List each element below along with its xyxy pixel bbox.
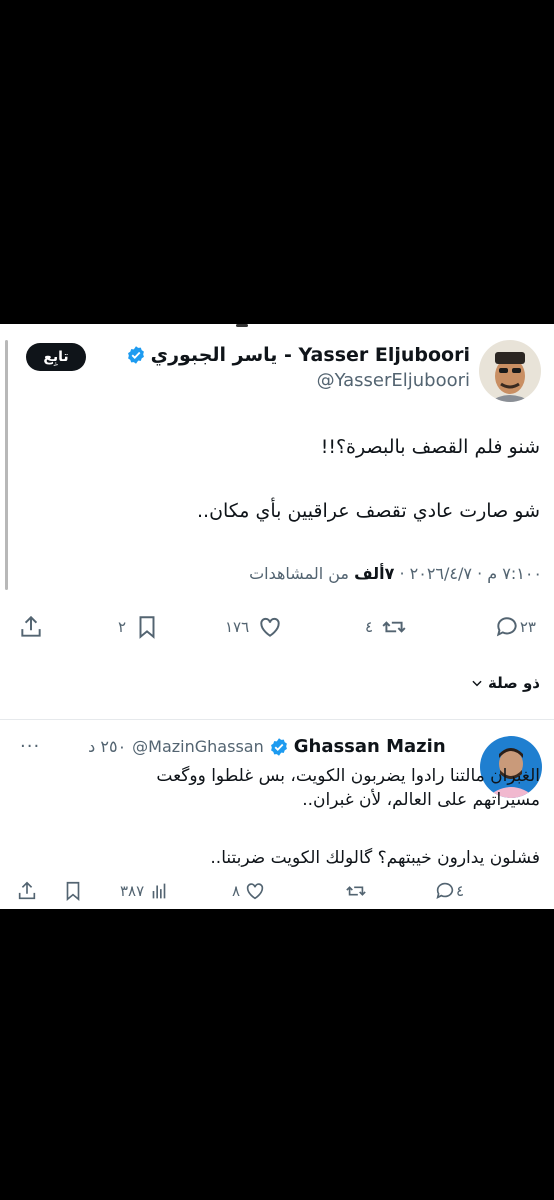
- tweet-meta: ٧:١٠٠ م · ٢٠٢٦/٤/٧ · ٧ألف من المشاهدات: [249, 564, 542, 583]
- reply-reply-button[interactable]: ٤: [434, 880, 468, 902]
- drag-notch: [236, 324, 248, 327]
- divider: [0, 719, 554, 720]
- reply-handle[interactable]: @MazinGhassan: [132, 737, 264, 756]
- verified-badge-icon: [127, 346, 144, 364]
- reply-time[interactable]: ٢٥٠ د: [88, 737, 126, 756]
- like-button[interactable]: ١٧٦: [225, 614, 283, 640]
- reply-text-line2: مسيراتهم على العالم، لأن غبران..: [302, 790, 540, 810]
- reply-views-button[interactable]: ٣٨٧: [120, 880, 170, 902]
- reply-bookmark-button[interactable]: [62, 880, 84, 902]
- reply-author-name[interactable]: Ghassan Mazin: [294, 736, 446, 757]
- retweet-icon: [346, 886, 366, 896]
- reply-share-button[interactable]: [16, 880, 38, 902]
- retweet-icon: [382, 621, 406, 633]
- share-icon: [21, 615, 41, 637]
- retweet-button[interactable]: ٤: [365, 614, 407, 640]
- reply-reply-count: ٤: [455, 882, 464, 900]
- author-handle[interactable]: @YasserEljuboori: [317, 370, 470, 391]
- reply-count: ٢٣: [519, 618, 536, 636]
- reply-button[interactable]: ٢٣: [494, 614, 544, 640]
- reply-retweet-button[interactable]: [345, 880, 367, 902]
- heart-icon: [246, 883, 264, 900]
- share-button[interactable]: [18, 614, 44, 640]
- bookmark-icon: [66, 881, 80, 902]
- reply-views-count: ٣٨٧: [120, 882, 145, 900]
- tweet-action-bar: ٢٣ ٤ ١٧٦ ٢: [0, 614, 554, 644]
- verified-badge-icon: [270, 737, 287, 756]
- author-avatar[interactable]: [479, 340, 541, 402]
- author-name-row: Yasser Eljuboori - ياسر الجبوري: [121, 344, 470, 366]
- retweet-count: ٤: [365, 618, 374, 636]
- heart-icon: [260, 617, 280, 637]
- reply-like-button[interactable]: ٨: [232, 880, 266, 902]
- chevron-down-icon: [472, 680, 482, 687]
- views-chart-icon: [152, 883, 166, 899]
- reply-icon: [496, 617, 517, 637]
- reply-action-bar: ٤ ٨ ٣٨٧: [0, 880, 554, 909]
- more-options-icon[interactable]: ···: [20, 736, 40, 757]
- tweet-timestamp[interactable]: ٧:١٠٠ م · ٢٠٢٦/٤/٧ ·: [394, 564, 542, 583]
- views-count: ٧ألف: [354, 564, 395, 583]
- reply-icon: [436, 882, 454, 899]
- tweet-card: Yasser Eljuboori - ياسر الجبوري @YasserE…: [0, 324, 554, 909]
- related-label: ذو صلة: [488, 674, 540, 692]
- reply-like-count: ٨: [232, 882, 241, 900]
- scrollbar[interactable]: [5, 340, 8, 590]
- tweet-text-line1: شنو فلم القصف بالبصرة؟!!: [320, 436, 540, 458]
- like-count: ١٧٦: [225, 618, 250, 636]
- reply-text-line1: الغبران مالتنا رادوا يضربون الكويت، بس غ…: [156, 766, 540, 786]
- share-icon: [18, 881, 36, 900]
- bookmark-icon: [139, 616, 155, 639]
- tweet-text-line2: شو صارت عادي تقصف عراقيين بأي مكان..: [196, 500, 540, 522]
- reply-text-line3: فشلون يدارون خيبتهم؟ گالولك الكويت ضربتن…: [210, 848, 540, 868]
- reply-header: ··· ٢٥٠ د @MazinGhassan Ghassan Mazin: [20, 736, 446, 757]
- related-section[interactable]: ذو صلة: [470, 674, 540, 692]
- author-name[interactable]: Yasser Eljuboori - ياسر الجبوري: [151, 344, 470, 366]
- bookmark-count: ٢: [118, 618, 127, 636]
- views-label: من المشاهدات: [249, 564, 355, 583]
- bookmark-button[interactable]: ٢: [118, 614, 160, 640]
- follow-button[interactable]: تابِع: [26, 343, 86, 371]
